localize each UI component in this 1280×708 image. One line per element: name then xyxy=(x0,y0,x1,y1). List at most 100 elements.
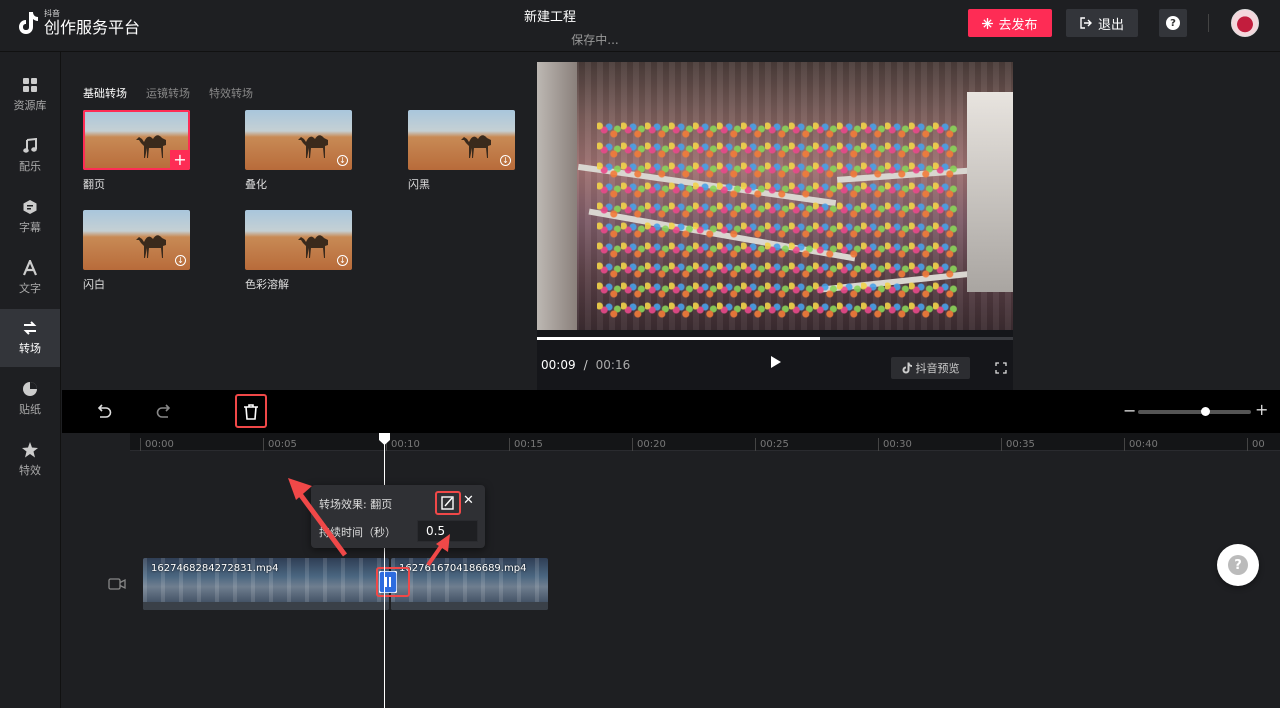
clip-audio-strip xyxy=(391,602,548,610)
transition-icon xyxy=(23,321,37,335)
douyin-preview-button[interactable]: 抖音预览 xyxy=(891,357,970,379)
sidebar-item-label: 资源库 xyxy=(13,99,47,112)
ruler-tick: 00:05 xyxy=(263,438,297,451)
project-info: 新建工程 保存中... xyxy=(0,6,1100,48)
zoom-slider-handle[interactable] xyxy=(1201,407,1211,416)
close-icon[interactable]: ✕ xyxy=(463,493,474,508)
trash-icon[interactable] xyxy=(241,402,261,422)
sidebar-item-text[interactable]: 文字 xyxy=(0,249,60,307)
timeline-toolbar: − + xyxy=(62,390,1280,433)
video-preview: 00:09 / 00:16 抖音预览 xyxy=(537,62,1013,390)
sidebar-item-label: 字幕 xyxy=(19,221,41,234)
sidebar-item-label: 文字 xyxy=(19,282,41,295)
transition-thumbnail[interactable]: ↓ xyxy=(245,210,352,270)
tile-label: 翻页 xyxy=(83,178,105,191)
playhead-line[interactable] xyxy=(384,433,385,708)
publish-button[interactable]: 去发布 xyxy=(968,9,1052,37)
ruler-tick: 00:00 xyxy=(140,438,174,451)
exit-icon xyxy=(1080,17,1092,29)
download-icon[interactable]: ↓ xyxy=(175,255,186,266)
help-button[interactable]: ? xyxy=(1159,9,1187,37)
camel-image xyxy=(461,135,491,158)
timeline-area: 00:00 00:05 00:10 00:15 00:20 00:25 00:3… xyxy=(62,433,1280,708)
add-icon[interactable]: + xyxy=(170,150,190,170)
transition-thumbnail[interactable]: + xyxy=(83,110,190,170)
text-icon xyxy=(22,260,38,276)
preview-video-frame[interactable] xyxy=(537,62,1013,330)
subtitle-icon xyxy=(23,200,37,214)
transition-tile-flash-white[interactable]: ↓ 闪白 xyxy=(83,210,190,292)
publish-label: 去发布 xyxy=(998,17,1038,33)
effects-star-icon xyxy=(22,442,38,458)
shopper-figure xyxy=(967,92,1013,292)
transition-thumbnail[interactable]: ↓ xyxy=(83,210,190,270)
clip-filename: 1627616704186689.mp4 xyxy=(399,563,527,574)
tile-label: 闪黑 xyxy=(408,178,430,191)
video-clip-1[interactable]: 1627468284272831.mp4 xyxy=(143,558,389,610)
zoom-in-icon[interactable]: + xyxy=(1255,400,1268,419)
sparkle-icon xyxy=(982,17,994,29)
tab-basic-transitions[interactable]: 基础转场 xyxy=(83,85,127,101)
time-display: 00:09 / 00:16 xyxy=(541,358,630,372)
tab-camera-transitions[interactable]: 运镜转场 xyxy=(146,85,190,101)
transition-thumbnail[interactable]: ↓ xyxy=(408,110,515,170)
transition-tile-page-flip[interactable]: + 翻页 xyxy=(83,110,190,192)
camel-image xyxy=(136,135,166,158)
clip-filename: 1627468284272831.mp4 xyxy=(151,563,279,574)
download-icon[interactable]: ↓ xyxy=(500,155,511,166)
floating-help-button[interactable]: ? xyxy=(1217,544,1259,586)
camel-image xyxy=(136,235,166,258)
transition-tile-flash-black[interactable]: ↓ 闪黑 xyxy=(408,110,515,192)
current-time: 00:09 xyxy=(541,358,576,372)
playback-progress-bar[interactable] xyxy=(537,337,1013,340)
undo-icon[interactable] xyxy=(94,402,114,422)
total-time: 00:16 xyxy=(595,358,631,372)
fullscreen-icon[interactable] xyxy=(995,362,1007,374)
toy-figures-pattern xyxy=(597,122,957,322)
sidebar-item-transitions[interactable]: 转场 xyxy=(0,309,60,367)
edit-icon[interactable] xyxy=(438,494,458,512)
zoom-slider[interactable] xyxy=(1138,410,1251,414)
douyin-small-icon xyxy=(902,362,912,374)
header-divider xyxy=(1208,14,1209,32)
transition-marker-icon[interactable] xyxy=(379,571,397,593)
transition-thumbnail[interactable]: ↓ xyxy=(245,110,352,170)
music-note-icon xyxy=(23,138,37,153)
play-icon[interactable] xyxy=(767,354,783,370)
sidebar-item-label: 特效 xyxy=(19,464,41,477)
sidebar-item-label: 转场 xyxy=(19,342,41,355)
ruler-tick: 00:35 xyxy=(1001,438,1035,451)
exit-button[interactable]: 退出 xyxy=(1066,9,1138,37)
sidebar-item-music[interactable]: 配乐 xyxy=(0,127,60,185)
tile-label: 色彩溶解 xyxy=(245,278,289,291)
popover-title: 转场效果: 翻页 xyxy=(319,498,393,511)
sticker-icon xyxy=(23,382,37,396)
user-avatar[interactable] xyxy=(1231,9,1259,37)
question-icon: ? xyxy=(1228,555,1248,575)
video-clip-2[interactable]: 1627616704186689.mp4 xyxy=(391,558,548,610)
ruler-tick: 00:10 xyxy=(386,438,420,451)
duration-input[interactable] xyxy=(417,520,478,542)
tab-effect-transitions[interactable]: 特效转场 xyxy=(209,85,253,101)
ruler-tick: 00:25 xyxy=(755,438,789,451)
time-ruler[interactable]: 00:00 00:05 00:10 00:15 00:20 00:25 00:3… xyxy=(130,433,1280,451)
redo-icon[interactable] xyxy=(154,402,174,422)
project-title: 新建工程 xyxy=(523,10,576,25)
sidebar-item-effects[interactable]: 特效 xyxy=(0,431,60,489)
download-icon[interactable]: ↓ xyxy=(337,255,348,266)
zoom-out-icon[interactable]: − xyxy=(1123,401,1136,420)
sidebar-item-subtitles[interactable]: 字幕 xyxy=(0,188,60,246)
sidebar-item-stickers[interactable]: 贴纸 xyxy=(0,370,60,428)
download-icon[interactable]: ↓ xyxy=(337,155,348,166)
time-separator: / xyxy=(583,358,588,372)
transition-tile-color-dissolve[interactable]: ↓ 色彩溶解 xyxy=(245,210,352,292)
ruler-tick: 00:15 xyxy=(509,438,543,451)
sidebar-item-library[interactable]: 资源库 xyxy=(0,66,60,124)
douyin-preview-label: 抖音预览 xyxy=(915,362,960,375)
transition-tile-dissolve[interactable]: ↓ 叠化 xyxy=(245,110,352,192)
tile-label: 闪白 xyxy=(83,278,105,291)
playhead-handle[interactable] xyxy=(379,433,390,445)
grid-icon xyxy=(23,78,37,92)
transition-panel: 基础转场 运镜转场 特效转场 + 翻页 ↓ 叠化 ↓ 闪黑 ↓ 闪白 ↓ 色彩溶… xyxy=(62,52,532,390)
ruler-tick: 00:40 xyxy=(1124,438,1158,451)
